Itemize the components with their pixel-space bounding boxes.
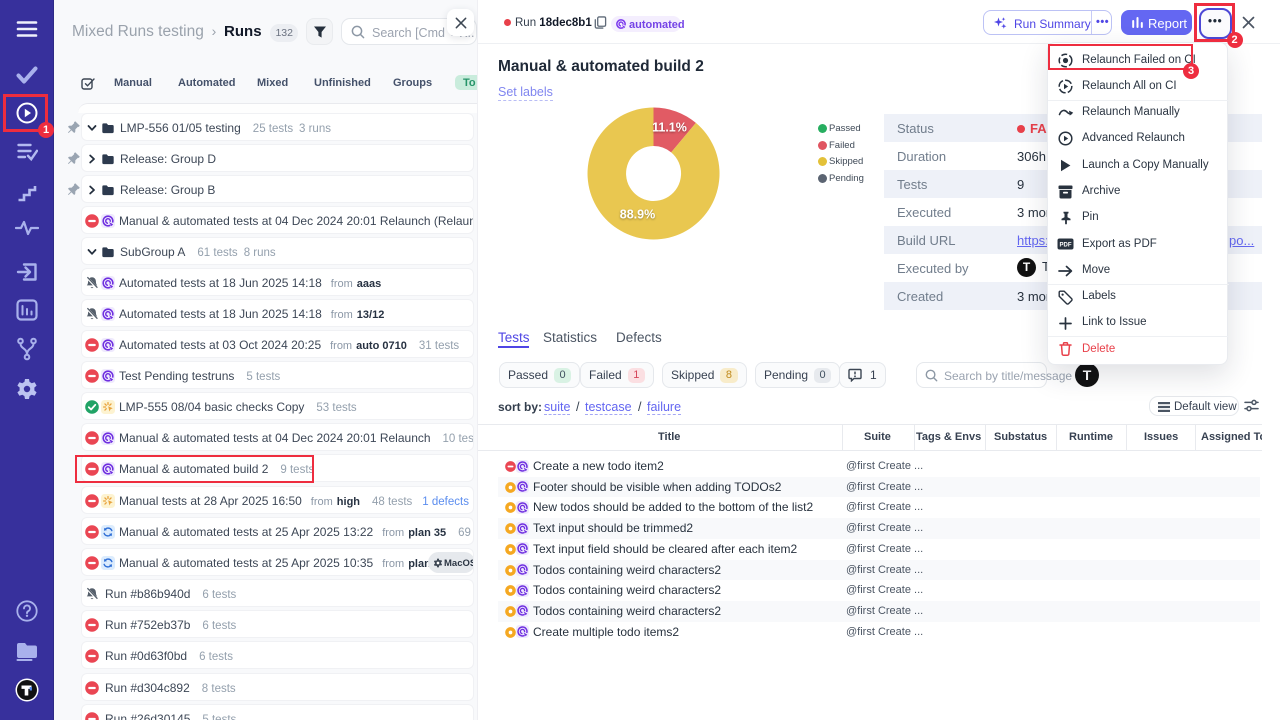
svg-text:PDF: PDF <box>1060 243 1072 249</box>
svg-text:11.1%: 11.1% <box>652 121 687 135</box>
svg-text:88.9%: 88.9% <box>620 208 655 222</box>
